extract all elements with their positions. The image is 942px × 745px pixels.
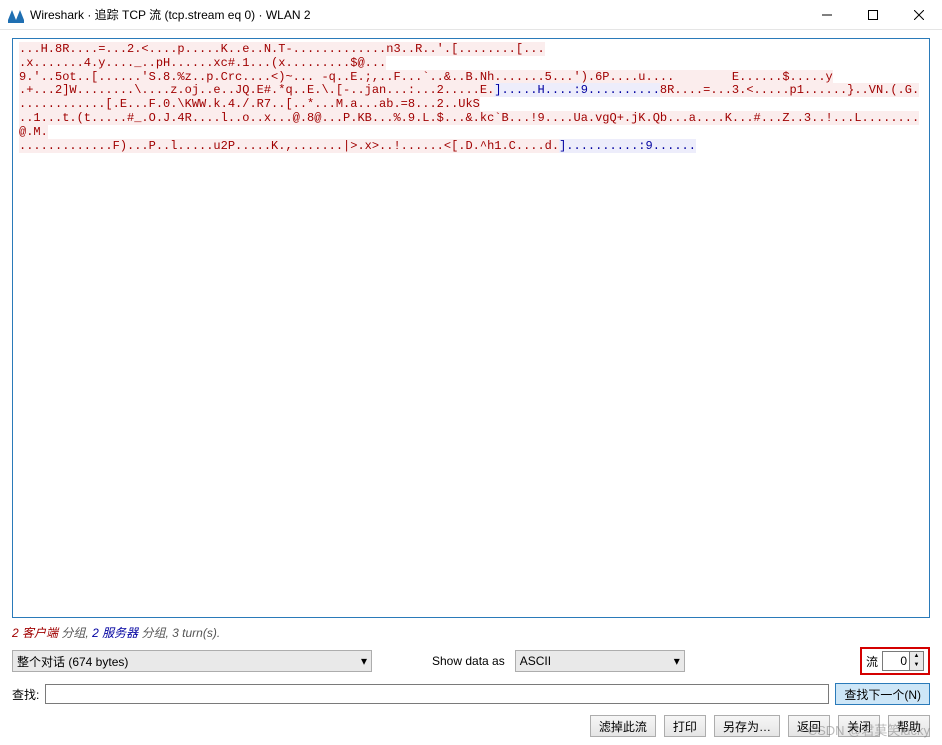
maximize-icon: [868, 10, 878, 20]
back-button[interactable]: 返回: [788, 715, 830, 737]
find-label: 查找:: [12, 686, 39, 703]
window-controls: [804, 0, 942, 30]
close-window-button[interactable]: [896, 0, 942, 30]
conversation-value: 整个对话 (674 bytes): [17, 653, 128, 670]
window-title: Wireshark · 追踪 TCP 流 (tcp.stream eq 0) ·…: [30, 6, 804, 23]
chevron-down-icon: ▾: [674, 654, 680, 668]
find-next-button[interactable]: 查找下一个(N): [835, 683, 930, 705]
help-button[interactable]: 帮助: [888, 715, 930, 737]
find-row: 查找: 查找下一个(N): [0, 679, 942, 709]
close-button[interactable]: 关闭: [838, 715, 880, 737]
show-data-as-label: Show data as: [432, 654, 505, 668]
close-icon: [914, 10, 924, 20]
stream-spinner[interactable]: ▲ ▼: [882, 651, 924, 671]
stream-content-frame[interactable]: ...H.8R....=...2.<....p.....K..e..N.T-..…: [12, 38, 930, 618]
bottom-button-row: 滤掉此流 打印 另存为… 返回 关闭 帮助: [0, 709, 942, 745]
stream-selector-highlight: 流 ▲ ▼: [860, 647, 930, 675]
format-select[interactable]: ASCII ▾: [515, 650, 685, 672]
server-pkts: 2: [92, 626, 99, 640]
format-value: ASCII: [520, 654, 551, 668]
chevron-down-icon: ▾: [361, 654, 367, 668]
stream-label: 流: [866, 653, 878, 670]
server-label: 服务器: [102, 626, 138, 640]
spinner-down[interactable]: ▼: [910, 661, 923, 670]
print-button[interactable]: 打印: [664, 715, 706, 737]
find-input[interactable]: [45, 684, 829, 704]
maximize-button[interactable]: [850, 0, 896, 30]
stream-value-input[interactable]: [883, 652, 909, 670]
server-segment: ].....H....:9..........: [494, 83, 660, 97]
stats-row: 2 客户端 分组, 2 服务器 分组, 3 turn(s).: [0, 622, 942, 643]
titlebar: Wireshark · 追踪 TCP 流 (tcp.stream eq 0) ·…: [0, 0, 942, 30]
minimize-icon: [822, 10, 832, 20]
conversation-select[interactable]: 整个对话 (674 bytes) ▾: [12, 650, 372, 672]
minimize-button[interactable]: [804, 0, 850, 30]
spinner-up[interactable]: ▲: [910, 652, 923, 661]
save-as-button[interactable]: 另存为…: [714, 715, 780, 737]
client-pkts: 2: [12, 626, 19, 640]
options-row: 整个对话 (674 bytes) ▾ Show data as ASCII ▾ …: [0, 643, 942, 679]
wireshark-icon: [8, 7, 24, 23]
turns: 3 turn(s).: [172, 626, 220, 640]
pkts-suffix-1: 分组: [61, 626, 85, 640]
client-label: 客户端: [22, 626, 58, 640]
filter-out-button[interactable]: 滤掉此流: [590, 715, 656, 737]
pkts-suffix-2: 分组: [141, 626, 165, 640]
stream-text: ...H.8R....=...2.<....p.....K..e..N.T-..…: [19, 43, 923, 153]
server-segment: ]..........:9......: [559, 139, 696, 153]
